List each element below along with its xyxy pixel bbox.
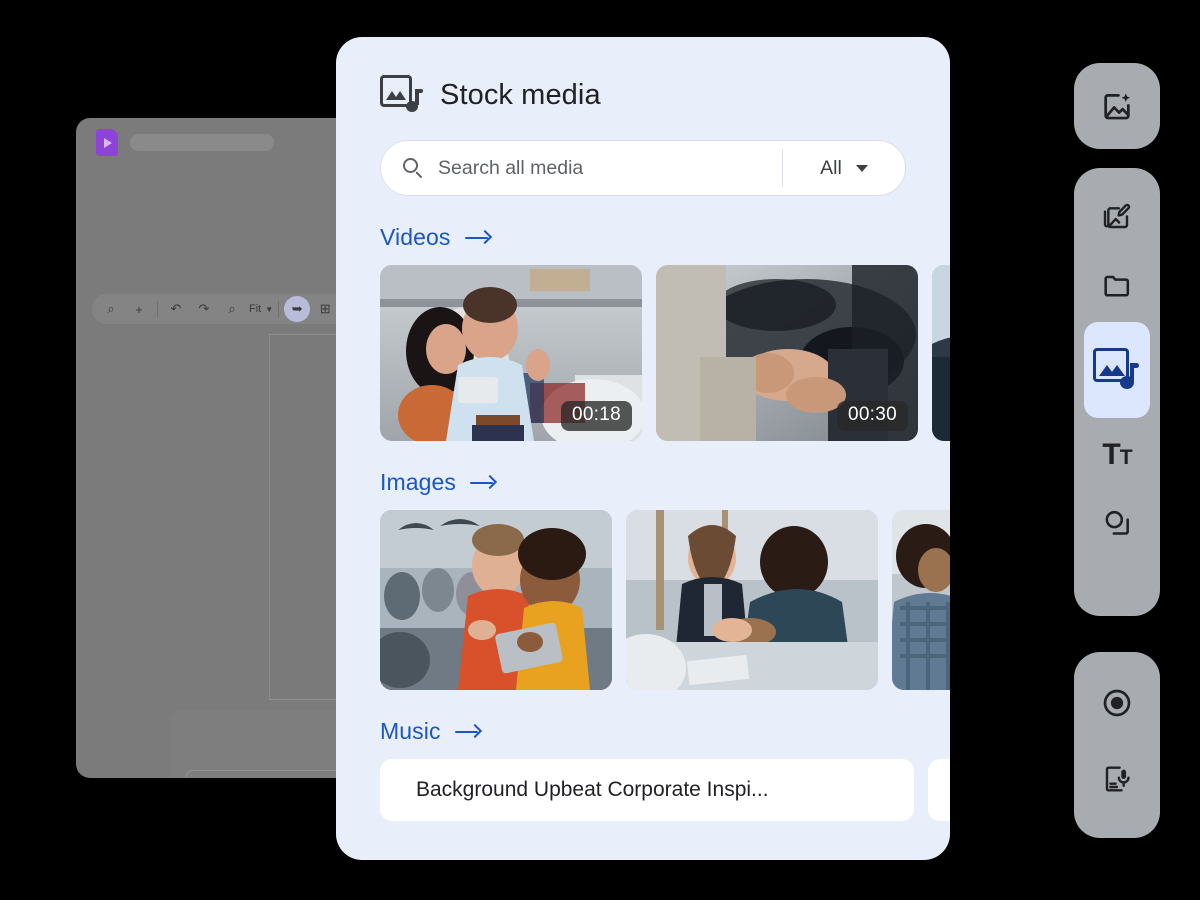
- section-header-music[interactable]: Music: [380, 718, 950, 745]
- text-button[interactable]: TT: [1084, 424, 1150, 486]
- image-edit-icon: [1101, 201, 1133, 233]
- shapes-button[interactable]: [1084, 492, 1150, 554]
- folder-button[interactable]: [1084, 254, 1150, 316]
- edit-image-button[interactable]: [1084, 186, 1150, 248]
- video-duration-badge: 00:18: [561, 401, 632, 431]
- search-input[interactable]: Search all media: [381, 157, 782, 180]
- redo-button[interactable]: ↷: [191, 296, 217, 322]
- text-format-icon: TT: [1102, 438, 1131, 472]
- rail-group-2: TT: [1074, 168, 1160, 616]
- chevron-down-icon: [856, 165, 868, 172]
- video-duration-badge: 00:30: [837, 401, 908, 431]
- zoom-out-button[interactable]: ⌕: [98, 296, 124, 322]
- videos-row: 00:18: [380, 265, 950, 441]
- image-music-icon: [380, 75, 424, 115]
- video-thumbnail[interactable]: [932, 265, 950, 441]
- screen-root: ☆ + ⌕ + ↶ ↷ ⌕ Fit ▼ ➥ ⊞ ♪ Day sparkles: [0, 0, 1200, 900]
- filter-selected-value: All: [820, 157, 842, 180]
- cursor-arrow-icon[interactable]: ➥: [284, 296, 310, 322]
- music-track-title: Background Upbeat Corporate Inspi...: [416, 778, 769, 802]
- panel-header: Stock media: [336, 37, 950, 115]
- slides-play-logo-icon: [96, 129, 118, 156]
- stock-media-panel: Stock media Search all media All Videos: [336, 37, 950, 860]
- music-track-card[interactable]: Background Upbeat Corporate Inspi...: [380, 759, 914, 821]
- record-button[interactable]: [1084, 672, 1150, 734]
- music-row: Background Upbeat Corporate Inspi...: [380, 759, 950, 821]
- image-sparkle-icon: [1100, 89, 1134, 123]
- section-label: Music: [380, 718, 441, 745]
- arrow-right-icon: [465, 229, 491, 247]
- music-track-card[interactable]: [928, 759, 950, 821]
- search-placeholder: Search all media: [438, 157, 583, 180]
- page-title: Stock media: [440, 79, 601, 112]
- add-media-icon[interactable]: ⊞: [312, 296, 338, 322]
- right-toolbar-rail: TT: [1074, 0, 1160, 900]
- video-thumbnail[interactable]: 00:18: [380, 265, 642, 441]
- zoom-level-label[interactable]: Fit: [247, 303, 263, 315]
- image-thumbnail[interactable]: [892, 510, 950, 690]
- document-title-input[interactable]: [130, 134, 274, 151]
- media-type-filter-dropdown[interactable]: All: [783, 157, 905, 180]
- record-circle-icon: [1101, 687, 1133, 719]
- toolbar-divider: [157, 301, 158, 317]
- arrow-right-icon: [455, 723, 481, 741]
- stock-media-button[interactable]: [1084, 322, 1150, 418]
- folder-icon: [1101, 269, 1133, 301]
- arrow-right-icon: [470, 474, 496, 492]
- rail-group-1: [1074, 63, 1160, 149]
- zoom-reset-button[interactable]: ⌕: [219, 296, 245, 322]
- chevron-down-icon[interactable]: ▼: [265, 305, 273, 314]
- undo-button[interactable]: ↶: [163, 296, 189, 322]
- video-thumbnail[interactable]: 00:30: [656, 265, 918, 441]
- ai-image-button[interactable]: [1084, 75, 1150, 137]
- transcript-voiceover-button[interactable]: [1084, 748, 1150, 810]
- zoom-in-button[interactable]: +: [126, 296, 152, 322]
- image-thumbnail[interactable]: [626, 510, 878, 690]
- section-header-images[interactable]: Images: [380, 469, 950, 496]
- toolbar-divider: [278, 301, 279, 317]
- image-thumbnail[interactable]: [380, 510, 612, 690]
- images-row: [380, 510, 950, 690]
- rail-group-3: [1074, 652, 1160, 838]
- shapes-icon: [1101, 507, 1133, 539]
- section-label: Videos: [380, 224, 451, 251]
- search-icon: [403, 158, 424, 179]
- search-bar: Search all media All: [380, 140, 906, 196]
- document-microphone-icon: [1101, 763, 1133, 795]
- section-label: Images: [380, 469, 456, 496]
- section-header-videos[interactable]: Videos: [380, 224, 950, 251]
